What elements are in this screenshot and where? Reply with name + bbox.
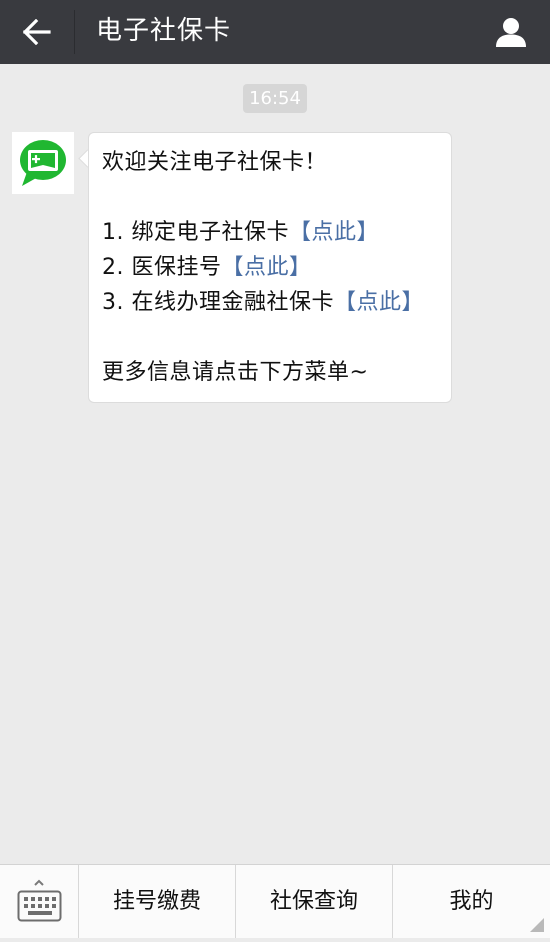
- person-icon: [496, 18, 526, 47]
- menu-mine[interactable]: 我的: [393, 865, 550, 938]
- header-divider: [74, 10, 75, 54]
- keyboard-toggle-button[interactable]: [0, 865, 79, 938]
- menu-registration-payment[interactable]: 挂号缴费: [79, 865, 236, 938]
- profile-button[interactable]: [472, 0, 550, 64]
- list-item: 1. 绑定电子社保卡【点此】: [102, 215, 441, 250]
- list-item: 2. 医保挂号【点此】: [102, 250, 441, 285]
- keyboard-icon: [17, 879, 62, 922]
- back-button[interactable]: [0, 0, 74, 64]
- title-bar: 电子社保卡: [0, 0, 550, 64]
- avatar[interactable]: [12, 132, 74, 194]
- welcome-text: 欢迎关注电子社保卡！: [102, 150, 328, 175]
- submenu-indicator-icon: [530, 918, 544, 932]
- message-timestamp: 16:54: [243, 84, 307, 113]
- message-bubble: 欢迎关注电子社保卡！ 1. 绑定电子社保卡【点此】 2. 医保挂号【点此】 3.…: [88, 132, 452, 403]
- item-text: 1. 绑定电子社保卡: [102, 220, 289, 245]
- page-title: 电子社保卡: [96, 16, 232, 46]
- bottom-menu: 挂号缴费 社保查询 我的: [0, 864, 550, 938]
- menu-social-security-query[interactable]: 社保查询: [236, 865, 393, 938]
- registration-link[interactable]: 【点此】: [221, 255, 311, 280]
- footer-text: 更多信息请点击下方菜单~: [102, 360, 369, 385]
- financial-card-link[interactable]: 【点此】: [334, 290, 424, 315]
- item-text: 2. 医保挂号: [102, 255, 222, 280]
- arrow-left-icon: [23, 19, 51, 45]
- item-text: 3. 在线办理金融社保卡: [102, 290, 334, 315]
- social-security-card-icon: [20, 140, 66, 186]
- list-item: 3. 在线办理金融社保卡【点此】: [102, 285, 441, 320]
- bind-card-link[interactable]: 【点此】: [289, 220, 379, 245]
